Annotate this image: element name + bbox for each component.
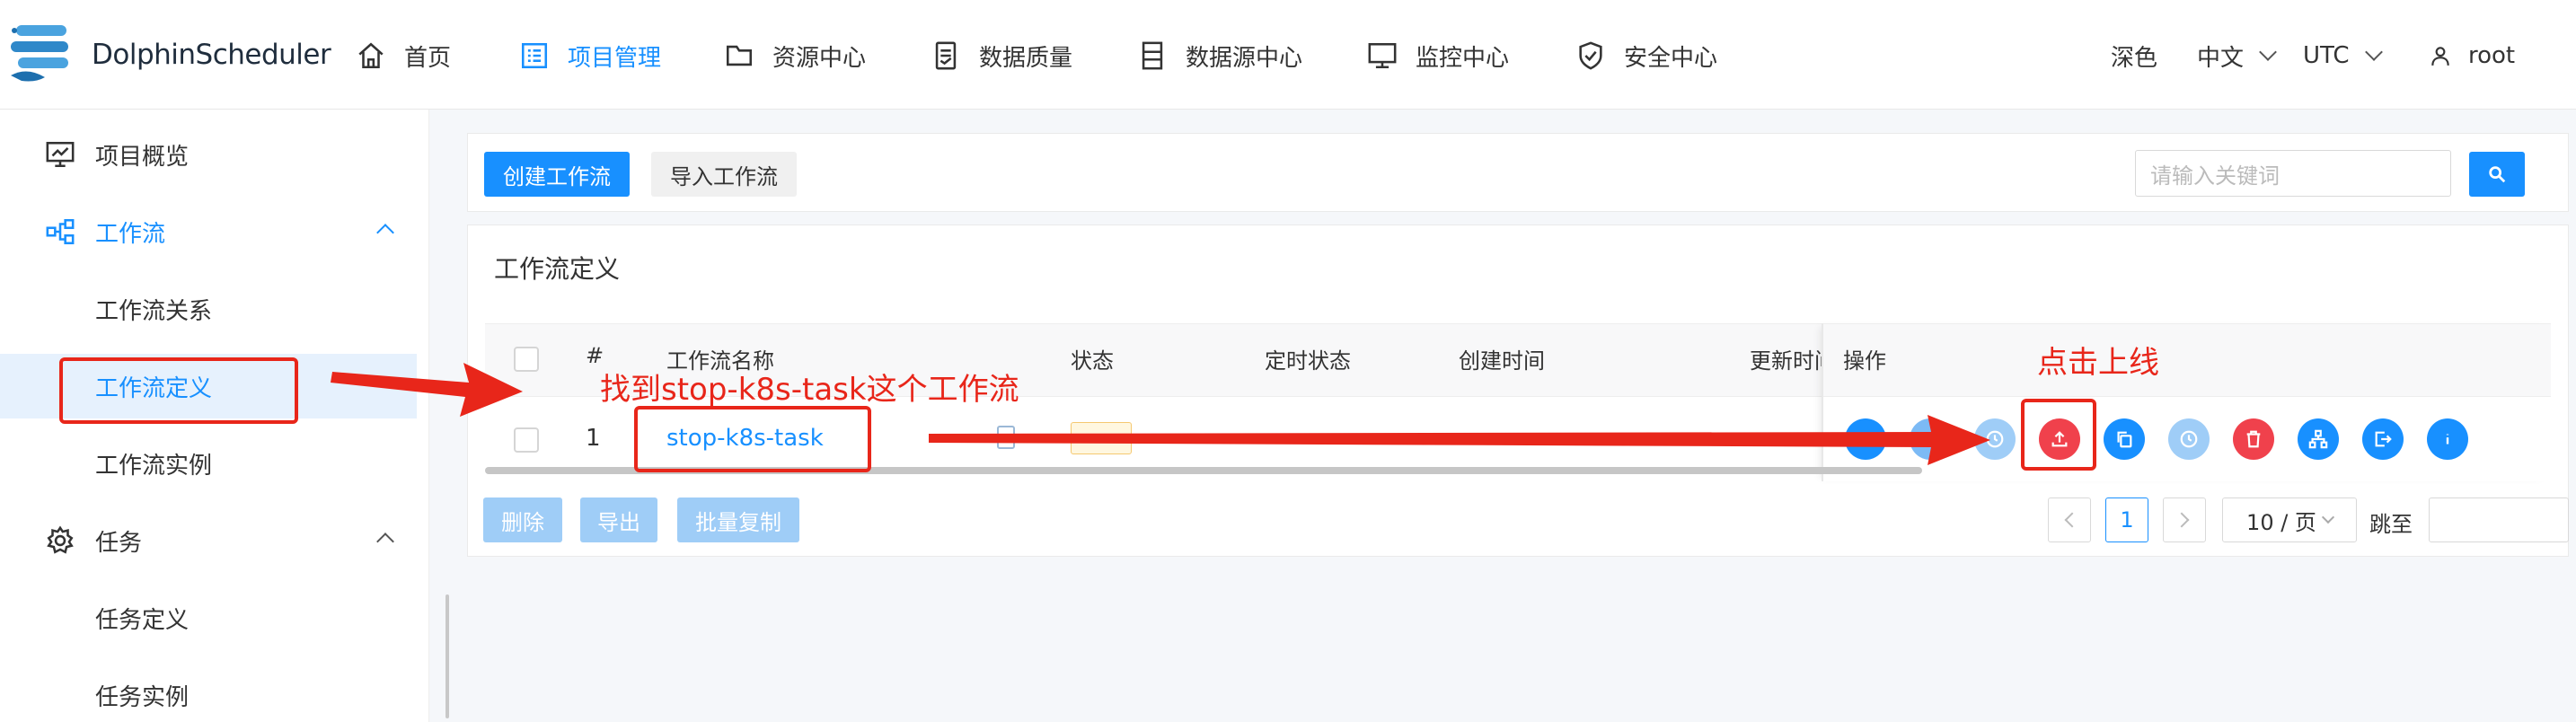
annotation-arrow-to-online-button bbox=[929, 415, 1990, 465]
annotation-arrows bbox=[331, 363, 1990, 465]
annotation-arrow-to-workflow bbox=[331, 363, 523, 417]
